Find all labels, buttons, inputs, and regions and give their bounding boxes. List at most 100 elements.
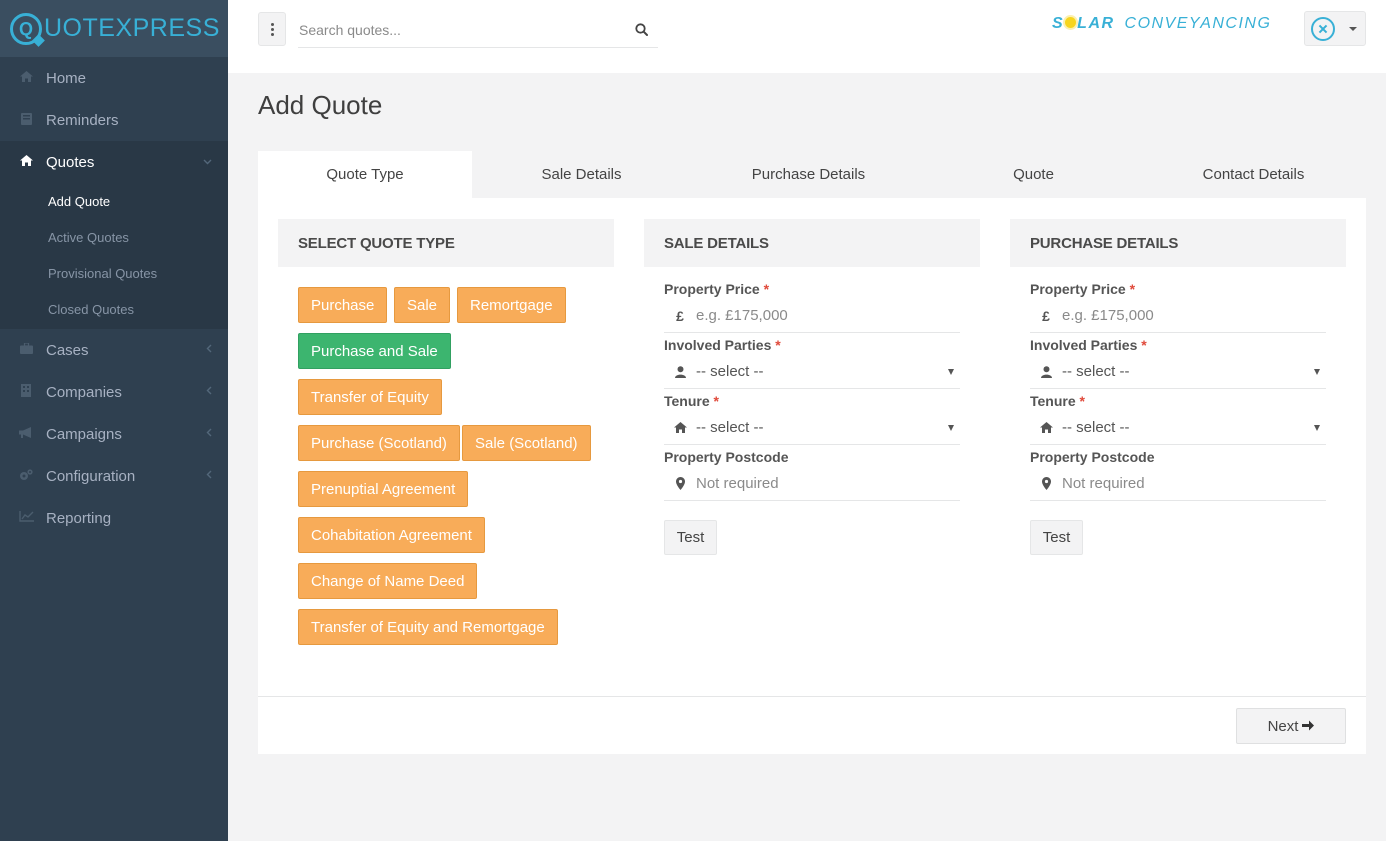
home-icon bbox=[1030, 422, 1062, 433]
user-avatar-icon bbox=[1311, 16, 1335, 41]
dropdown-arrow-icon bbox=[948, 369, 954, 375]
add-quote-card: Quote Type Sale Details Purchase Details… bbox=[258, 151, 1366, 754]
user-icon bbox=[664, 365, 696, 378]
quote-type-purchase-scotland-button[interactable]: Purchase (Scotland) bbox=[298, 425, 460, 461]
map-marker-icon bbox=[664, 477, 696, 490]
chevron-down-icon bbox=[203, 157, 212, 168]
sale-tenure-select[interactable]: -- select -- bbox=[664, 411, 960, 445]
sidebar-item-label: Home bbox=[46, 69, 87, 87]
quote-type-sale-scotland-button[interactable]: Sale (Scotland) bbox=[462, 425, 591, 461]
dropdown-arrow-icon bbox=[948, 425, 954, 431]
logo-text: UOTEXPRESS bbox=[44, 14, 220, 42]
tab-quote-type[interactable]: Quote Type bbox=[258, 151, 472, 198]
quote-type-cohabitation-agreement-button[interactable]: Cohabitation Agreement bbox=[298, 517, 485, 553]
quote-type-transfer-of-equity-and-remortgage-button[interactable]: Transfer of Equity and Remortgage bbox=[298, 609, 558, 645]
quote-type-transfer-of-equity-button[interactable]: Transfer of Equity bbox=[298, 379, 442, 415]
home-icon bbox=[18, 155, 34, 169]
briefcase-icon bbox=[18, 342, 34, 357]
sidebar-item-label: Companies bbox=[46, 383, 122, 401]
purchase-property-postcode-label: Property Postcode bbox=[1030, 449, 1155, 465]
sale-property-price-input[interactable]: £ e.g. £175,000 bbox=[664, 299, 960, 333]
line-chart-icon bbox=[18, 511, 34, 525]
sale-test-button[interactable]: Test bbox=[664, 520, 717, 555]
card-footer-divider bbox=[258, 696, 1366, 697]
subnav-item-closed-quotes[interactable]: Closed Quotes bbox=[0, 291, 228, 327]
home-icon bbox=[664, 422, 696, 433]
sale-property-postcode-label: Property Postcode bbox=[664, 449, 789, 465]
building-icon bbox=[18, 384, 34, 400]
sidebar-item-label: Configuration bbox=[46, 467, 136, 485]
sale-property-postcode-input[interactable]: Not required bbox=[664, 467, 960, 501]
quote-type-change-of-name-deed-button[interactable]: Change of Name Deed bbox=[298, 563, 478, 599]
quote-type-purchase-button[interactable]: Purchase bbox=[298, 287, 388, 323]
sale-details-section: SALE DETAILS Property Price * £ e.g. £17… bbox=[644, 219, 980, 559]
sidebar-item-campaigns[interactable]: Campaigns bbox=[0, 413, 228, 455]
chevron-left-icon bbox=[206, 470, 212, 482]
purchase-property-postcode-input[interactable]: Not required bbox=[1030, 467, 1326, 501]
sale-property-price-label: Property Price * bbox=[664, 281, 770, 297]
sidebar-item-label: Reminders bbox=[46, 111, 119, 129]
purchase-tenure-label: Tenure * bbox=[1030, 393, 1085, 409]
sale-tenure-label: Tenure * bbox=[664, 393, 719, 409]
purchase-test-button[interactable]: Test bbox=[1030, 520, 1083, 555]
book-icon bbox=[18, 112, 34, 128]
quote-type-remortgage-button[interactable]: Remortgage bbox=[457, 287, 566, 323]
home-icon bbox=[18, 71, 34, 85]
solar-conveyancing-logo: S LAR CONVEYANCING bbox=[1052, 15, 1272, 32]
purchase-details-section: PURCHASE DETAILS Property Price * £ e.g.… bbox=[1010, 219, 1346, 559]
section-heading: PURCHASE DETAILS bbox=[1010, 219, 1346, 267]
wizard-tabs: Quote Type Sale Details Purchase Details… bbox=[258, 151, 1366, 198]
sidebar-item-quotes[interactable]: Quotes bbox=[0, 141, 228, 183]
map-marker-icon bbox=[1030, 477, 1062, 490]
pound-icon: £ bbox=[676, 307, 684, 324]
chevron-left-icon bbox=[206, 344, 212, 356]
tab-contact-details[interactable]: Contact Details bbox=[1141, 151, 1366, 198]
tab-purchase-details[interactable]: Purchase Details bbox=[691, 151, 926, 198]
logo-mark-icon: Q bbox=[10, 12, 42, 45]
subnav-item-active-quotes[interactable]: Active Quotes bbox=[0, 219, 228, 255]
purchase-property-price-label: Property Price * bbox=[1030, 281, 1136, 297]
gears-icon bbox=[18, 468, 34, 484]
section-heading: SELECT QUOTE TYPE bbox=[278, 219, 614, 267]
app-logo[interactable]: Q UOTEXPRESS bbox=[0, 0, 228, 57]
dropdown-arrow-icon bbox=[1314, 369, 1320, 375]
chevron-left-icon bbox=[206, 428, 212, 440]
caret-down-icon bbox=[1349, 26, 1357, 31]
quote-type-purchase-and-sale-button[interactable]: Purchase and Sale bbox=[298, 333, 451, 369]
quote-type-prenuptial-agreement-button[interactable]: Prenuptial Agreement bbox=[298, 471, 469, 507]
subnav-item-provisional-quotes[interactable]: Provisional Quotes bbox=[0, 255, 228, 291]
sidebar-item-label: Cases bbox=[46, 341, 89, 359]
user-menu-button[interactable] bbox=[1304, 11, 1366, 46]
quote-type-section: SELECT QUOTE TYPE Purchase Sale Remortga… bbox=[278, 219, 614, 649]
section-heading: SALE DETAILS bbox=[644, 219, 980, 267]
sun-icon bbox=[1065, 17, 1077, 28]
purchase-involved-parties-select[interactable]: -- select -- bbox=[1030, 355, 1326, 389]
sale-involved-parties-label: Involved Parties * bbox=[664, 337, 781, 353]
menu-toggle-button[interactable] bbox=[258, 12, 286, 46]
purchase-tenure-select[interactable]: -- select -- bbox=[1030, 411, 1326, 445]
sidebar-item-label: Campaigns bbox=[46, 425, 122, 443]
search-input[interactable] bbox=[299, 22, 619, 38]
quote-type-sale-button[interactable]: Sale bbox=[394, 287, 451, 323]
quotes-submenu: Add Quote Active Quotes Provisional Quot… bbox=[0, 183, 228, 329]
chevron-left-icon bbox=[206, 386, 212, 398]
tab-quote[interactable]: Quote bbox=[926, 151, 1141, 198]
purchase-property-price-input[interactable]: £ e.g. £175,000 bbox=[1030, 299, 1326, 333]
sidebar-item-companies[interactable]: Companies bbox=[0, 371, 228, 413]
sidebar-item-configuration[interactable]: Configuration bbox=[0, 455, 228, 497]
search-bar bbox=[298, 13, 658, 48]
sidebar-item-home[interactable]: Home bbox=[0, 57, 228, 99]
arrow-right-icon bbox=[1302, 718, 1315, 735]
tab-sale-details[interactable]: Sale Details bbox=[472, 151, 691, 198]
sidebar-item-reporting[interactable]: Reporting bbox=[0, 497, 228, 539]
search-icon[interactable] bbox=[635, 23, 648, 39]
top-bar: SLAR CONVEYANCING bbox=[228, 0, 1386, 73]
pound-icon: £ bbox=[1042, 307, 1050, 324]
sidebar-item-cases[interactable]: Cases bbox=[0, 329, 228, 371]
next-button[interactable]: Next bbox=[1236, 708, 1346, 744]
sidebar-nav: Home Reminders Quotes Add Quote Active Q… bbox=[0, 57, 228, 539]
sidebar-item-reminders[interactable]: Reminders bbox=[0, 99, 228, 141]
subnav-item-add-quote[interactable]: Add Quote bbox=[0, 183, 228, 219]
sidebar: Q UOTEXPRESS Home Reminders Quotes Add Q… bbox=[0, 0, 228, 841]
sale-involved-parties-select[interactable]: -- select -- bbox=[664, 355, 960, 389]
